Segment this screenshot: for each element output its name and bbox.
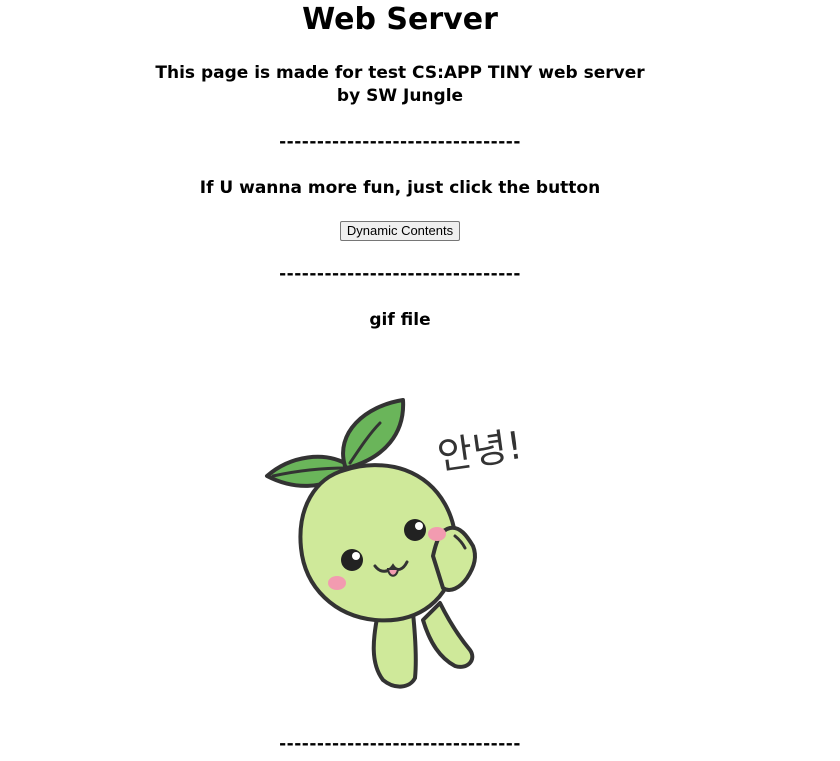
right-eye <box>404 519 426 541</box>
page-subtitle: This page is made for test CS:APP TINY w… <box>0 62 800 108</box>
button-container: Dynamic Contents <box>0 220 800 241</box>
right-leg <box>421 601 475 669</box>
subtitle-line-1: This page is made for test CS:APP TINY w… <box>155 63 645 83</box>
subtitle-line-2: by SW Jungle <box>336 86 464 106</box>
left-leg <box>371 611 418 689</box>
dynamic-contents-button[interactable]: Dynamic Contents <box>339 220 461 241</box>
divider: -------------------------------- <box>279 264 521 284</box>
greeting-text: 안녕! <box>435 423 525 478</box>
gif-label: gif file <box>369 310 431 330</box>
fun-text: If U wanna more fun, just click the butt… <box>199 178 601 198</box>
left-blush <box>328 576 346 590</box>
left-eye <box>341 549 363 571</box>
sprout-character-image: 안녕! <box>265 398 525 689</box>
gif-image: 안녕! <box>255 388 555 698</box>
divider: -------------------------------- <box>279 734 521 754</box>
sprout-body <box>298 463 458 623</box>
page-title: Web Server <box>302 2 498 37</box>
divider: -------------------------------- <box>279 132 521 152</box>
right-blush <box>428 527 446 541</box>
